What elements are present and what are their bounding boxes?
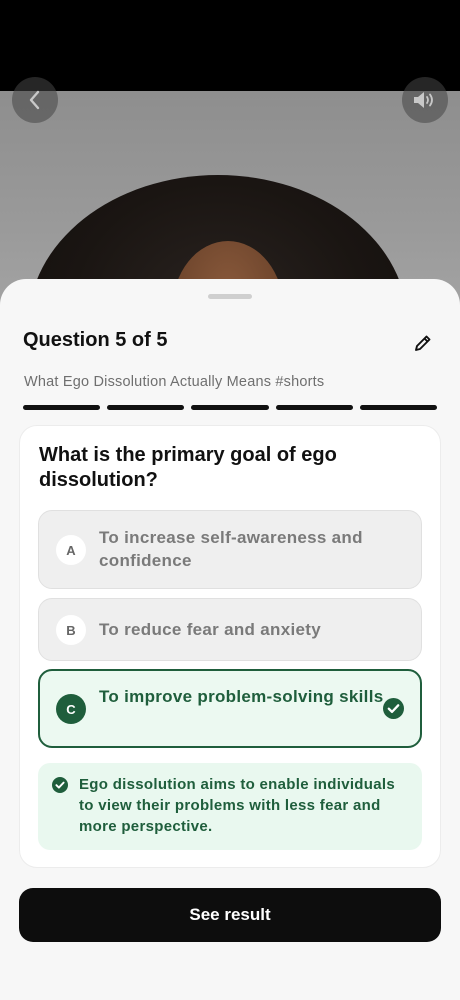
question-text: What is the primary goal of ego dissolut… [39,444,337,491]
option-b[interactable]: B To reduce fear and anxiety [38,598,422,661]
video-player[interactable] [0,0,460,320]
progress-segment [107,405,185,410]
progress-segment [359,405,438,410]
option-letter: B [56,615,86,645]
check-circle-icon [52,777,68,793]
option-c[interactable]: C To improve problem-solving skills [38,669,422,748]
option-a[interactable]: A To increase self-awareness and confide… [38,510,422,589]
explanation-box: Ego dissolution aims to enable individua… [38,763,422,850]
option-letter: C [56,694,86,724]
option-text: To reduce fear and anxiety [99,620,321,639]
video-title: What Ego Dissolution Actually Means #sho… [24,374,325,390]
option-text: To improve problem-solving skills [99,687,384,706]
quiz-sheet: Question 5 of 5 What Ego Dissolution Act… [0,279,460,1000]
progress-segment [23,405,101,410]
progress-segment [275,405,353,410]
explanation-text: Ego dissolution aims to enable individua… [79,776,395,835]
question-counter: Question 5 of 5 [23,329,168,351]
edit-button[interactable] [410,330,436,356]
check-circle-icon [383,698,404,719]
progress-bar [23,405,438,410]
chevron-left-icon [29,90,40,110]
back-button[interactable] [12,77,58,123]
sheet-grabber[interactable] [208,294,252,299]
option-letter: A [56,535,86,565]
see-result-button[interactable]: See result [19,888,441,942]
sound-button[interactable] [402,77,448,123]
progress-segment [191,405,269,410]
speaker-icon [414,92,433,108]
question-card: What is the primary goal of ego dissolut… [19,425,441,868]
option-text: To increase self-awareness and confidenc… [99,528,363,570]
pencil-icon [415,335,431,351]
